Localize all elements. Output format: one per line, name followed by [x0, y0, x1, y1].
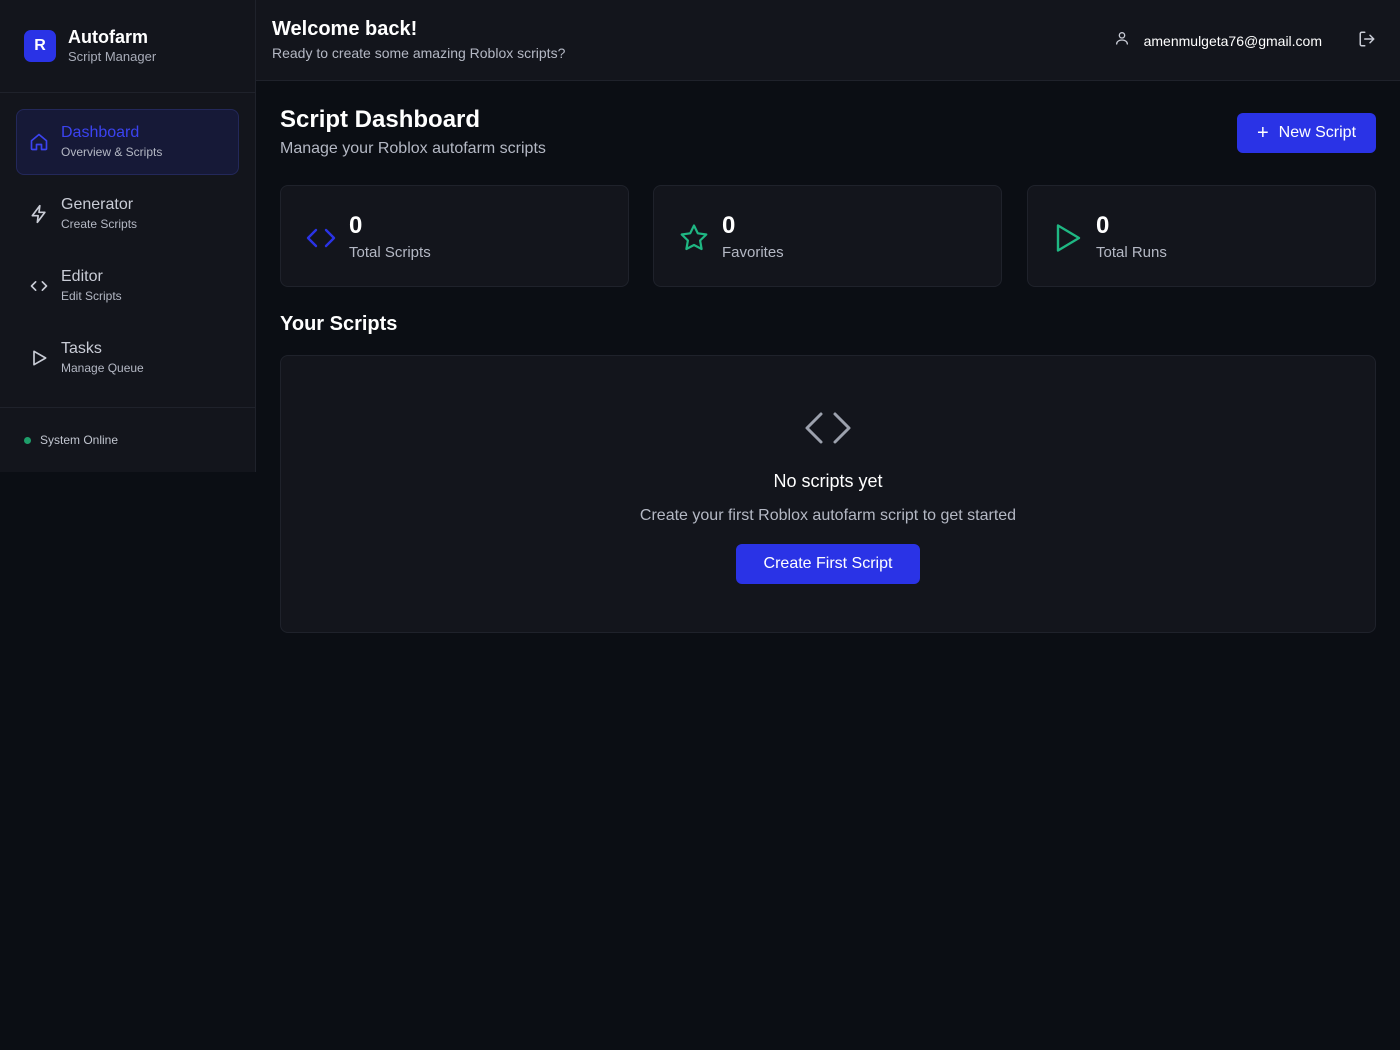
status-text: System Online: [40, 433, 119, 447]
user-icon: [1114, 30, 1130, 51]
stat-label: Total Runs: [1096, 244, 1167, 261]
app-root: R Autofarm Script Manager Dashboard Over…: [0, 0, 1400, 1050]
page-subtitle: Manage your Roblox autofarm scripts: [280, 140, 546, 157]
section-title: Your Scripts: [280, 313, 398, 335]
stat-value: 0: [1096, 212, 1110, 239]
sidebar-item-editor[interactable]: Editor Edit Scripts: [16, 253, 239, 319]
home-icon: [29, 132, 49, 152]
brand-name: Autofarm: [68, 27, 148, 47]
stat-value: 0: [722, 212, 736, 239]
header: Welcome back! Ready to create some amazi…: [256, 0, 1400, 81]
sidebar-item-label: Tasks: [61, 340, 102, 357]
new-script-button[interactable]: + New Script: [1237, 113, 1376, 153]
code-icon: [305, 222, 337, 254]
sidebar-item-sublabel: Create Scripts: [61, 217, 138, 231]
stat-label: Favorites: [722, 244, 784, 261]
empty-state-subtitle: Create your first Roblox autofarm script…: [639, 507, 1017, 524]
lightning-icon: [29, 204, 49, 224]
sidebar-item-dashboard[interactable]: Dashboard Overview & Scripts: [16, 109, 239, 175]
welcome-title: Welcome back!: [272, 18, 418, 40]
status-dot: [24, 436, 31, 444]
brand-logo: R: [24, 30, 56, 62]
sidebar-item-sublabel: Edit Scripts: [61, 289, 122, 303]
sidebar-item-sublabel: Manage Queue: [61, 361, 144, 375]
sidebar-nav: Dashboard Overview & Scripts Generator C…: [0, 93, 255, 391]
play-icon: [29, 348, 49, 368]
plus-icon: +: [1256, 122, 1269, 144]
brand-subtitle: Script Manager: [68, 49, 157, 64]
sidebar-item-tasks[interactable]: Tasks Manage Queue: [16, 325, 239, 391]
sidebar-item-label: Editor: [61, 268, 103, 285]
logout-icon[interactable]: [1358, 30, 1376, 48]
new-script-button-label: New Script: [1278, 124, 1357, 141]
brand: R Autofarm Script Manager: [0, 0, 255, 93]
system-status: System Online: [0, 407, 255, 472]
sidebar-item-sublabel: Overview & Scripts: [61, 145, 163, 159]
stat-label: Total Scripts: [349, 244, 431, 261]
play-icon: [1052, 222, 1084, 254]
stat-card-favorites: 0 Favorites: [653, 185, 1002, 287]
user-email: amenmulgeta76@gmail.com: [1143, 32, 1322, 49]
star-icon: [678, 222, 710, 254]
user-info: amenmulgeta76@gmail.com: [1114, 30, 1322, 51]
code-icon: [29, 276, 49, 296]
sidebar-item-label: Generator: [61, 196, 134, 213]
create-first-script-button[interactable]: Create First Script: [736, 544, 920, 584]
sidebar: R Autofarm Script Manager Dashboard Over…: [0, 0, 256, 472]
empty-state-title: No scripts yet: [773, 471, 883, 491]
stat-card-total-scripts: 0 Total Scripts: [280, 185, 629, 287]
code-icon: [804, 410, 852, 446]
stat-value: 0: [349, 212, 363, 239]
page-title: Script Dashboard: [280, 106, 481, 133]
empty-state: No scripts yet Create your first Roblox …: [280, 355, 1376, 633]
sidebar-item-generator[interactable]: Generator Create Scripts: [16, 181, 239, 247]
welcome-subtitle: Ready to create some amazing Roblox scri…: [272, 45, 566, 61]
stat-card-total-runs: 0 Total Runs: [1027, 185, 1376, 287]
sidebar-item-label: Dashboard: [61, 124, 140, 141]
